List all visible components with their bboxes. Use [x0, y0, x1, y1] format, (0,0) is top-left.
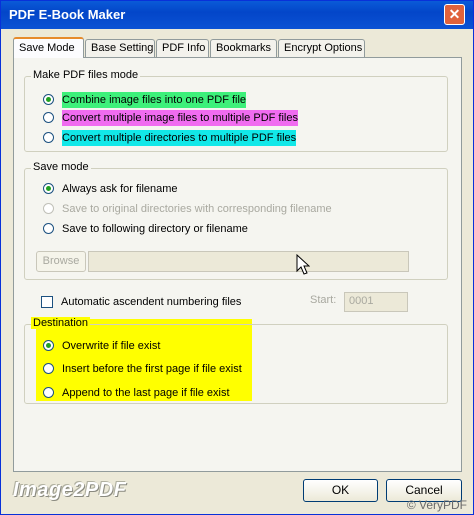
save-mode-panel: Make PDF files mode Combine image files …: [13, 57, 462, 472]
ok-button[interactable]: OK: [303, 479, 378, 502]
tab-pdf-info[interactable]: PDF Info: [156, 39, 209, 57]
save-option-label: Save to original directories with corres…: [62, 203, 332, 215]
close-icon: ✕: [448, 6, 461, 22]
start-number-input[interactable]: 0001: [344, 292, 408, 312]
close-button[interactable]: ✕: [444, 4, 465, 25]
radio-button[interactable]: [43, 112, 54, 123]
save-option-label: Always ask for filename: [62, 183, 178, 195]
radio-button[interactable]: [43, 387, 54, 398]
radio-button[interactable]: [43, 340, 54, 351]
brand-logo: Image2PDF: [13, 479, 127, 501]
destination-option-label: Append to the last page if file exist: [62, 387, 230, 399]
window-title: PDF E-Book Maker: [9, 7, 126, 22]
auto-numbering-checkbox[interactable]: [41, 296, 53, 308]
tab-encrypt-options[interactable]: Encrypt Options: [278, 39, 365, 57]
tab-base-setting[interactable]: Base Setting: [85, 39, 155, 57]
start-label: Start:: [310, 294, 337, 306]
pdf-mode-option-label: Combine image files into one PDF file: [62, 92, 247, 108]
radio-button[interactable]: [43, 363, 54, 374]
pdf-mode-option-label: Convert multiple directories to multiple…: [62, 130, 297, 146]
watermark: © VeryPDF: [406, 498, 467, 512]
radio-button[interactable]: [43, 203, 54, 214]
save-mode-label: Save mode: [31, 161, 91, 173]
radio-button[interactable]: [43, 132, 54, 143]
pdf-mode-label: Make PDF files mode: [31, 69, 141, 81]
radio-button[interactable]: [43, 94, 54, 105]
destination-option-label: Overwrite if file exist: [62, 340, 161, 352]
tab-bookmarks[interactable]: Bookmarks: [210, 39, 277, 57]
output-path-input[interactable]: [88, 251, 409, 272]
mouse-cursor-icon: [296, 254, 310, 275]
tab-save-mode[interactable]: Save Mode: [13, 37, 84, 58]
title-bar[interactable]: PDF E-Book Maker ✕: [1, 1, 473, 29]
destination-option-label: Insert before the first page if file exi…: [62, 363, 242, 375]
radio-button[interactable]: [43, 183, 54, 194]
pdf-mode-option-label: Convert multiple image files to multiple…: [62, 110, 298, 126]
destination-label: Destination: [31, 317, 91, 329]
auto-numbering-label: Automatic ascendent numbering files: [61, 296, 242, 308]
save-option-label: Save to following directory or filename: [62, 223, 248, 235]
dialog-window: PDF E-Book Maker ✕ Save Mode Base Settin…: [0, 0, 474, 515]
browse-button[interactable]: Browse: [36, 251, 86, 272]
radio-button[interactable]: [43, 223, 54, 234]
